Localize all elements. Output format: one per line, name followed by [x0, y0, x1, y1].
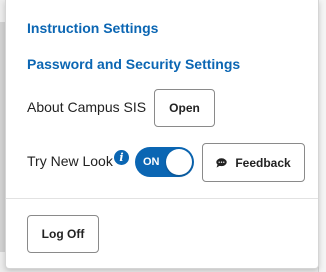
log-off-button[interactable]: Log Off — [27, 215, 99, 253]
about-campus-sis-label: About Campus SIS — [27, 99, 147, 115]
chat-bubble-icon — [216, 157, 228, 168]
new-look-toggle[interactable]: ON — [135, 147, 194, 177]
background-scroll-area — [318, 0, 326, 272]
user-menu-dropdown: Instruction Settings Password and Securi… — [5, 0, 319, 269]
menu-divider — [6, 198, 318, 199]
open-about-button[interactable]: Open — [154, 89, 215, 127]
info-icon[interactable]: i — [114, 150, 129, 165]
password-security-settings-link[interactable]: Password and Security Settings — [27, 56, 240, 72]
instruction-settings-link[interactable]: Instruction Settings — [27, 20, 158, 36]
feedback-button[interactable]: Feedback — [202, 143, 305, 182]
toggle-knob — [166, 149, 192, 175]
feedback-button-label: Feedback — [235, 155, 291, 170]
try-new-look-label: Try New Look — [27, 153, 113, 169]
toggle-state-label: ON — [143, 156, 160, 168]
